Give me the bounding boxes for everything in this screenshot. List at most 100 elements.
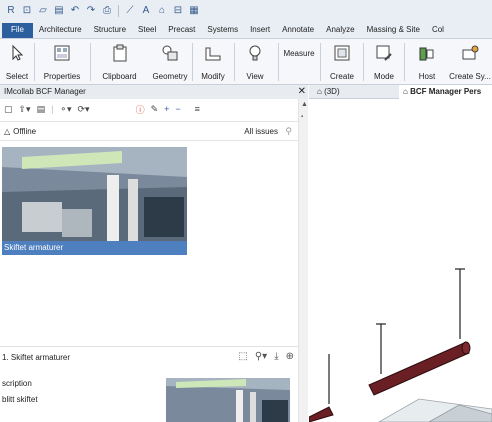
modify-icon bbox=[205, 47, 221, 61]
import-icon[interactable]: ▤ bbox=[37, 104, 46, 115]
create-icon bbox=[334, 45, 350, 61]
tab-structure[interactable]: Structure bbox=[88, 23, 132, 38]
text-icon[interactable]: A bbox=[141, 6, 151, 16]
tab-insert[interactable]: Insert bbox=[244, 23, 276, 38]
host-icon bbox=[419, 47, 434, 61]
tab-precast[interactable]: Precast bbox=[162, 23, 201, 38]
remove-icon[interactable]: − bbox=[175, 104, 180, 114]
ribbon-separator bbox=[192, 43, 193, 81]
mode-button[interactable]: Mode bbox=[370, 43, 398, 81]
upload-icon[interactable]: ⇪▾ bbox=[19, 104, 31, 115]
filter-icon[interactable]: ⚲ bbox=[285, 126, 292, 137]
panel-toolbar: ▢ ⇪▾ ▤ | ⚬▾ ⟳▾ ⓘ ✎ + − ≡ bbox=[0, 99, 298, 119]
clipboard-icon bbox=[113, 44, 126, 62]
light-fixture[interactable] bbox=[308, 406, 334, 422]
tab-massing-site[interactable]: Massing & Site bbox=[361, 23, 426, 38]
panel-scrollbar[interactable]: ▲ ▪ bbox=[298, 99, 308, 422]
cursor-icon bbox=[12, 44, 24, 61]
geometry-button[interactable]: Geometry bbox=[150, 43, 190, 81]
tab-3d-view[interactable]: ⌂ (3D) bbox=[313, 85, 393, 99]
connection-status-bar: △ Offline All issues ⚲ bbox=[0, 121, 298, 141]
description-value: blitt skiftet bbox=[2, 395, 38, 404]
properties-icon bbox=[54, 45, 70, 61]
lightbulb-icon bbox=[249, 45, 261, 61]
light-fixture-end bbox=[461, 341, 471, 355]
frame-icon[interactable]: ⬚ bbox=[238, 351, 247, 362]
ribbon-separator bbox=[234, 43, 235, 81]
tab-col[interactable]: Col bbox=[426, 23, 450, 38]
switch-windows-icon[interactable]: ▦ bbox=[189, 6, 199, 16]
issue-detail-snapshot[interactable] bbox=[166, 378, 290, 422]
issue-snapshot-image bbox=[2, 147, 187, 255]
geometry-icon bbox=[162, 45, 178, 61]
edit-icon[interactable]: ✎ bbox=[151, 104, 159, 115]
tab-systems[interactable]: Systems bbox=[201, 23, 244, 38]
zoom-dropdown-icon[interactable]: ⚲▾ bbox=[255, 351, 267, 362]
section-icon[interactable]: ⊟ bbox=[173, 6, 183, 16]
users-icon[interactable]: ⚬▾ bbox=[59, 104, 71, 115]
open-icon[interactable]: ▱ bbox=[38, 6, 48, 16]
toolbar-separator bbox=[118, 5, 119, 17]
tab-analyze[interactable]: Analyze bbox=[320, 23, 360, 38]
3d-view-icon[interactable]: ⌂ bbox=[157, 6, 167, 16]
3d-view-area: ⌂ (3D) ⌂ BCF Manager Pers bbox=[308, 85, 492, 422]
ribbon-separator bbox=[404, 43, 405, 81]
select-button[interactable]: Select bbox=[4, 43, 30, 81]
clipboard-button[interactable]: Clipboard bbox=[93, 43, 146, 81]
ribbon-separator bbox=[278, 43, 279, 81]
menu-icon[interactable]: ≡ bbox=[195, 104, 200, 114]
issue-detail-snapshot-image bbox=[166, 378, 290, 422]
download-icon[interactable]: ⤓ bbox=[274, 351, 278, 362]
create-system-button[interactable]: Create Sy... bbox=[448, 43, 492, 81]
tab-file[interactable]: File bbox=[2, 23, 33, 38]
tab-architecture[interactable]: Architecture bbox=[33, 23, 88, 38]
properties-button[interactable]: Properties bbox=[37, 43, 87, 81]
tab-steel[interactable]: Steel bbox=[132, 23, 162, 38]
ribbon-separator bbox=[320, 43, 321, 81]
undo-icon[interactable]: ↶ bbox=[70, 6, 80, 16]
zoom-icon[interactable]: ⊕ bbox=[286, 351, 294, 362]
ribbon-tab-bar: File Architecture Structure Steel Precas… bbox=[0, 22, 492, 39]
detail-toolbar: ⬚ ⚲▾ ⤓ ⊕ bbox=[238, 351, 294, 362]
alert-icon[interactable]: ⓘ bbox=[136, 103, 145, 116]
scroll-grip-icon[interactable]: ▪ bbox=[301, 114, 303, 120]
sync-icon[interactable]: ⟳▾ bbox=[78, 104, 90, 115]
create-system-icon bbox=[462, 45, 479, 60]
print-icon[interactable]: ⎙ bbox=[102, 6, 112, 16]
tab-annotate[interactable]: Annotate bbox=[276, 23, 320, 38]
redo-icon[interactable]: ↷ bbox=[86, 6, 96, 16]
revit-logo-icon[interactable]: R bbox=[6, 6, 16, 16]
modify-button[interactable]: Modify bbox=[197, 43, 229, 81]
add-icon[interactable]: + bbox=[164, 104, 169, 114]
view-button[interactable]: View bbox=[240, 43, 270, 81]
3d-model-viewport[interactable] bbox=[308, 99, 492, 422]
scroll-up-icon[interactable]: ▲ bbox=[301, 101, 308, 108]
measure-button[interactable]: Measure bbox=[281, 43, 317, 81]
issue-detail-title: 1. Skiftet armaturer bbox=[2, 353, 71, 362]
home-icon[interactable]: ⊡ bbox=[22, 6, 32, 16]
issue-detail-header: 1. Skiftet armaturer ⬚ ⚲▾ ⤓ ⊕ bbox=[0, 346, 298, 368]
3d-canvas[interactable] bbox=[308, 99, 492, 422]
view-tab-bar: ⌂ (3D) ⌂ BCF Manager Pers bbox=[309, 85, 492, 99]
issue-filter[interactable]: All issues bbox=[244, 127, 278, 136]
create-button[interactable]: Create bbox=[327, 43, 357, 81]
issue-thumbnail-caption[interactable]: Skiftet armaturer bbox=[2, 241, 187, 255]
tab-bcf-manager-perspective[interactable]: ⌂ BCF Manager Pers bbox=[399, 85, 492, 99]
ribbon-separator bbox=[34, 43, 35, 81]
ribbon-panel: Select Properties Clipboard Geometry Mod… bbox=[0, 39, 492, 85]
new-document-icon[interactable]: ▢ bbox=[4, 104, 13, 115]
measure-icon[interactable]: ⟋ bbox=[125, 6, 135, 16]
close-icon[interactable]: ✕ bbox=[298, 85, 306, 99]
light-fixture[interactable] bbox=[368, 342, 470, 396]
host-button[interactable]: Host bbox=[412, 43, 442, 81]
panel-title: IMcollab BCF Manager bbox=[4, 87, 86, 96]
issue-thumbnail[interactable] bbox=[2, 147, 187, 255]
3d-cube-icon: ⌂ bbox=[317, 87, 325, 96]
ribbon-separator bbox=[90, 43, 91, 81]
toolbar-separator: | bbox=[51, 104, 54, 114]
save-icon[interactable]: ▤ bbox=[54, 6, 64, 16]
description-label: scription bbox=[2, 379, 32, 388]
ribbon-separator bbox=[363, 43, 364, 81]
quick-access-toolbar: R ⊡ ▱ ▤ ↶ ↷ ⎙ ⟋ A ⌂ ⊟ ▦ bbox=[0, 0, 492, 22]
3d-cube-icon: ⌂ bbox=[403, 87, 411, 96]
